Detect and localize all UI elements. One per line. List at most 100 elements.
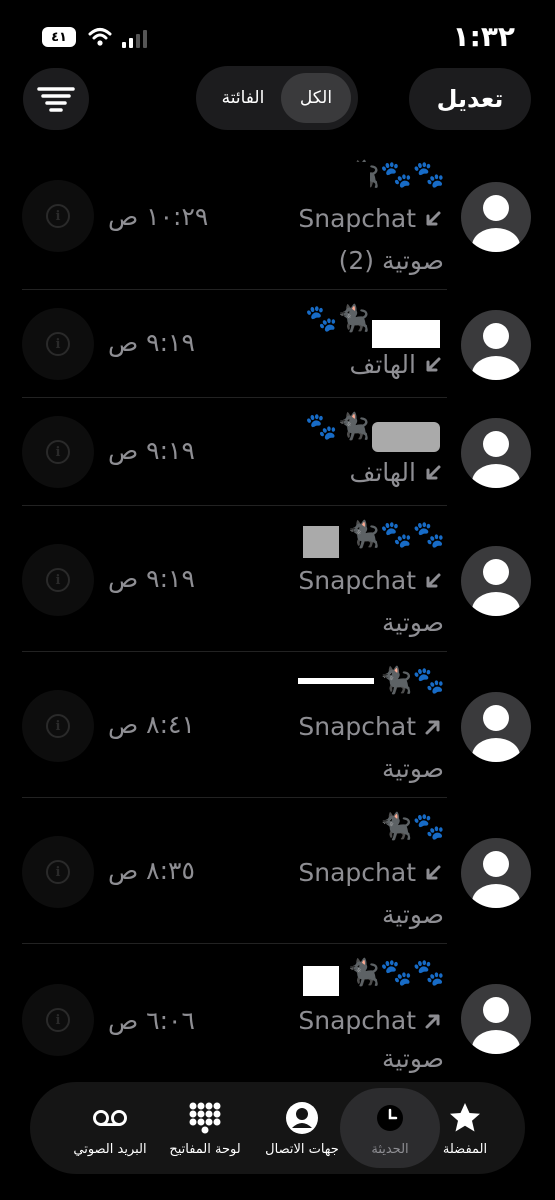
info-button[interactable]: i (22, 544, 94, 616)
contact-name: 🐈‍⬛🐾 (380, 666, 445, 696)
call-type-label: Snapchat (298, 1006, 416, 1035)
info-icon: i (46, 440, 70, 464)
incoming-call-arrow-icon (426, 357, 441, 371)
tab-bar: البريد الصوتي لوحة المفاتيح جهات الاتصال… (30, 1082, 525, 1174)
contact-avatar (461, 984, 531, 1054)
call-subtitle: صوتية (381, 900, 444, 929)
tab-favorites[interactable]: المفضلة (430, 1082, 500, 1174)
outgoing-call-arrow-icon (425, 1014, 440, 1028)
call-row[interactable]: 🐾🐈‍⬛ الهاتف ٩:١٩ ص i (0, 290, 555, 398)
call-row[interactable]: 🐈‍⬛🐾🐾 Snapchat صوتية ٩:١٩ ص i (0, 506, 555, 652)
filter-button[interactable] (23, 68, 89, 130)
call-type-label: الهاتف (349, 350, 416, 379)
segment-all[interactable]: الكل (281, 73, 351, 123)
contact-name: 🐾🐈‍⬛ (305, 412, 370, 442)
call-time: ٨:٣٥ ص (108, 856, 195, 885)
keypad-icon (187, 1100, 223, 1136)
tab-keypad[interactable]: لوحة المفاتيح (155, 1082, 255, 1174)
info-button[interactable]: i (22, 308, 94, 380)
call-type-label: الهاتف (349, 458, 416, 487)
redaction (372, 422, 440, 452)
call-row[interactable]: 🐈‍⬛🐾 Snapchat صوتية ٨:٤١ ص i (0, 652, 555, 798)
tab-label: الحديثة (371, 1141, 409, 1157)
incoming-call-arrow-icon (426, 465, 441, 479)
contacts-icon (284, 1100, 320, 1136)
call-time: ٩:١٩ ص (108, 436, 195, 465)
call-type-label: Snapchat (298, 712, 416, 741)
call-type: الهاتف (349, 458, 442, 487)
tab-label: جهات الاتصال (265, 1141, 339, 1157)
call-time: ٨:٤١ ص (108, 710, 195, 739)
call-type: Snapchat (298, 712, 442, 741)
contact-name: 🐾🐈‍⬛ (305, 304, 370, 334)
info-icon: i (46, 714, 70, 738)
info-button[interactable]: i (22, 984, 94, 1056)
call-type: الهاتف (349, 350, 442, 379)
call-subtitle: صوتية (381, 754, 444, 783)
info-icon: i (46, 1008, 70, 1032)
tab-label: لوحة المفاتيح (169, 1141, 241, 1157)
info-icon: i (46, 568, 70, 592)
call-time: ١٠:٢٩ ص (108, 202, 209, 231)
call-row[interactable]: 🐈‍⬛🐾 Snapchat صوتية ٨:٣٥ ص i (0, 798, 555, 944)
contact-name: 🐈‍⬛🐾🐾 (347, 520, 445, 550)
redaction (303, 526, 339, 558)
incoming-call-arrow-icon (426, 211, 441, 225)
status-bar: ٤١ ١:٣٢ (0, 0, 555, 70)
info-button[interactable]: i (22, 836, 94, 908)
segment-missed[interactable]: الفائتة (204, 73, 282, 123)
voicemail-icon (92, 1100, 128, 1136)
outgoing-call-arrow-icon (425, 720, 440, 734)
redaction (372, 320, 440, 348)
info-button[interactable]: i (22, 690, 94, 762)
filter-lines-icon (37, 87, 75, 112)
call-type: Snapchat (298, 858, 442, 887)
redaction (303, 966, 339, 996)
contact-avatar (461, 182, 531, 252)
edit-button[interactable]: تعديل (409, 68, 531, 130)
battery-icon: ٤١ (42, 27, 76, 47)
call-type: Snapchat (298, 204, 442, 233)
battery-level: ٤١ (51, 29, 67, 45)
tab-label: البريد الصوتي (73, 1141, 147, 1157)
clock: ١:٣٢ (452, 20, 515, 53)
call-time: ٦:٠٦ ص (108, 1006, 195, 1035)
calls-filter-segmented-control: الفائتة الكل (196, 66, 358, 130)
contact-avatar (461, 310, 531, 380)
incoming-call-arrow-icon (426, 865, 441, 879)
info-button[interactable]: i (22, 180, 94, 252)
info-icon: i (46, 332, 70, 356)
call-subtitle: صوتية (2) (338, 246, 444, 275)
call-time: ٩:١٩ ص (108, 328, 195, 357)
call-type-label: Snapchat (298, 566, 416, 595)
call-time: ٩:١٩ ص (108, 564, 195, 593)
contact-avatar (461, 418, 531, 488)
call-type-label: Snapchat (298, 204, 416, 233)
contact-avatar (461, 692, 531, 762)
call-subtitle: صوتية (381, 608, 444, 637)
call-type-label: Snapchat (298, 858, 416, 887)
contact-name: 🐈‍⬛🐾🐾 (347, 958, 445, 988)
contact-avatar (461, 546, 531, 616)
star-icon (447, 1100, 483, 1136)
contact-name: 🐈‍⬛🐾 (380, 812, 445, 842)
tab-voicemail[interactable]: البريد الصوتي (60, 1082, 160, 1174)
tab-recents[interactable]: الحديثة (340, 1088, 440, 1168)
contact-avatar (461, 838, 531, 908)
tab-label: المفضلة (442, 1141, 488, 1157)
incoming-call-arrow-icon (426, 573, 441, 587)
wifi-icon (88, 28, 112, 46)
call-row[interactable]: 🐈‍⬛🐾🐾 Snapchat صوتية (2) ١٠:٢٩ ص i (0, 150, 555, 290)
call-subtitle: صوتية (381, 1044, 444, 1073)
cellular-signal-icon (122, 30, 147, 48)
tab-contacts[interactable]: جهات الاتصال (252, 1082, 352, 1174)
call-type: Snapchat (298, 566, 442, 595)
call-type: Snapchat (298, 1006, 442, 1035)
redaction (298, 678, 374, 684)
info-button[interactable]: i (22, 416, 94, 488)
info-icon: i (46, 204, 70, 228)
clock-icon (372, 1100, 408, 1136)
call-row[interactable]: 🐾🐈‍⬛ الهاتف ٩:١٩ ص i (0, 398, 555, 506)
redaction (298, 162, 370, 190)
call-row[interactable]: 🐈‍⬛🐾🐾 Snapchat صوتية ٦:٠٦ ص i (0, 944, 555, 1090)
